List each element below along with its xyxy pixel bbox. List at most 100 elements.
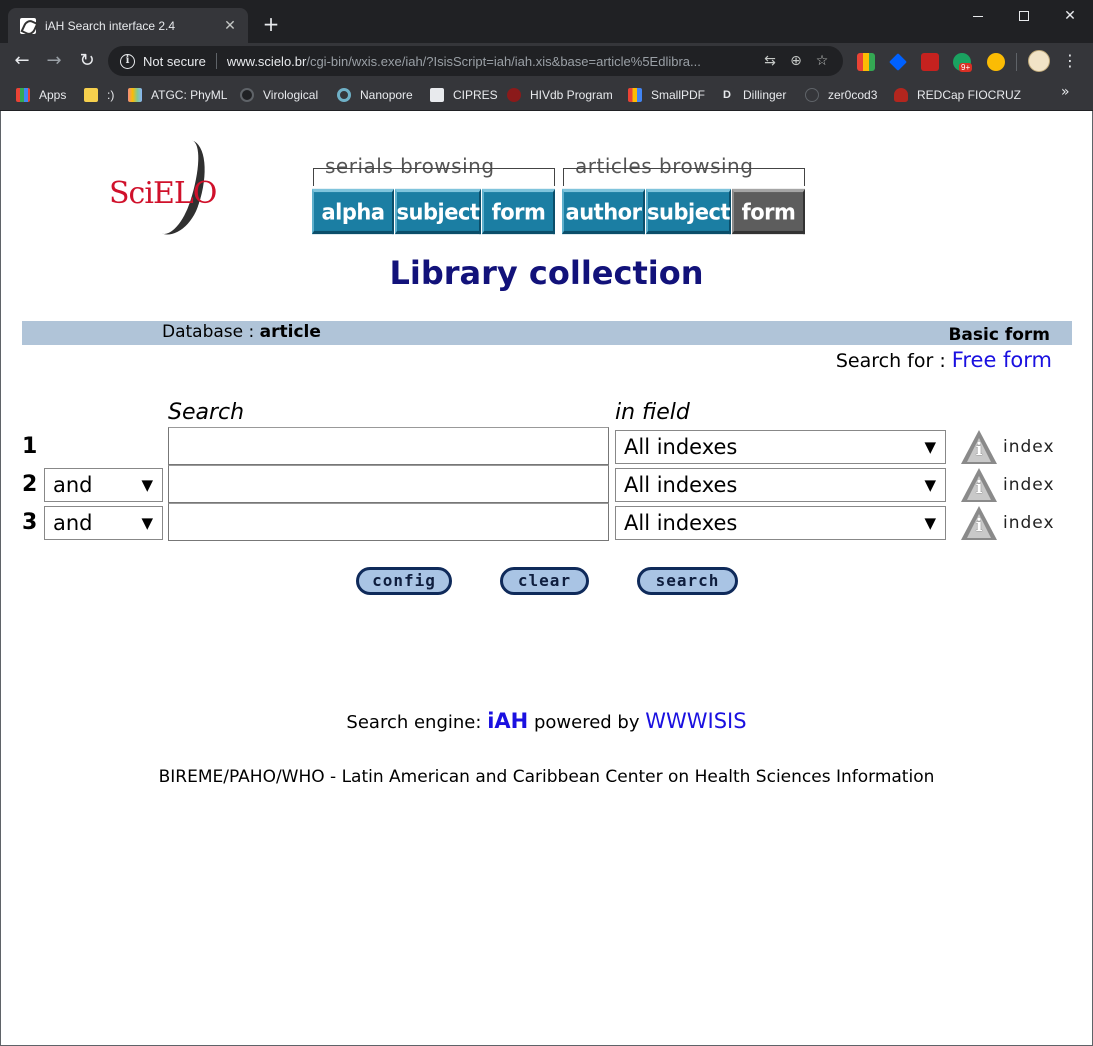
bookmarks-overflow-icon[interactable]: » [1061,84,1070,100]
scielo-favicon-icon [20,17,36,34]
free-form-link[interactable]: Free form [952,348,1052,372]
active-tab[interactable]: iAH Search interface 2.4 ✕ [8,8,248,43]
serials-bracket [313,168,555,186]
folder-icon [84,88,98,102]
search-engine-credit: Search engine: iAH powered by WWWISIS [1,709,1092,733]
powered-by-text: powered by [533,712,640,733]
info-icon[interactable]: i [120,53,135,69]
extension-badge: 9+ [959,63,973,72]
bookmark-smallpdf[interactable]: SmallPDF [628,85,705,105]
bookmark-label: ATGC: PhyML [151,88,228,102]
redcap-icon [894,88,908,102]
search-term-input-1[interactable] [168,427,609,465]
articles-subject-button[interactable]: subject [646,188,731,235]
smallpdf-icon [628,88,642,102]
index-label: index [1003,513,1055,533]
field-select-2[interactable]: All indexes ▼ [615,468,946,502]
bireme-credit: BIREME/PAHO/WHO - Latin American and Car… [158,767,935,787]
forward-button[interactable]: → [40,47,68,75]
profile-avatar[interactable] [1028,50,1050,72]
boolean-operator-select-2[interactable]: and ▼ [44,468,163,502]
url-text[interactable]: www.scielo.br/cgi-bin/wxis.exe/iah/?Isis… [227,54,757,69]
zoom-icon[interactable]: ⊕ [783,53,809,69]
bookmark-dillinger[interactable]: D Dillinger [720,85,786,105]
index-link-1[interactable]: i index [961,429,1061,465]
field-select-3[interactable]: All indexes ▼ [615,506,946,540]
bookmark-atgc-phyml[interactable]: ATGC: PhyML [128,85,227,105]
articles-author-button[interactable]: author [562,188,645,235]
field-select-1[interactable]: All indexes ▼ [615,430,946,464]
cipres-icon [430,88,444,102]
search-for: Search for : Free form [836,348,1052,372]
field-column-header: in field [615,400,690,425]
wwwisis-link[interactable]: WWWISIS [645,709,746,733]
boolean-operator-select-3[interactable]: and ▼ [44,506,163,540]
clear-button[interactable]: clear [500,567,589,595]
bookmark-label: zer0cod3 [828,88,878,102]
omnibox-divider [215,53,217,69]
database-label: Database : article [162,322,321,342]
url-path: /cgi-bin/wxis.exe/iah/?IsisScript=iah/ia… [306,53,701,69]
search-button[interactable]: search [637,567,738,595]
bookmark-zer0cod3[interactable]: zer0cod3 [805,85,877,105]
tab-title: iAH Search interface 2.4 [45,18,176,33]
extension-yellow-icon[interactable] [987,53,1005,71]
config-button[interactable]: config [356,567,452,595]
maximize-button[interactable] [1001,0,1047,32]
tab-close-icon[interactable]: ✕ [222,18,238,34]
info-triangle-icon: i [961,430,997,464]
window-close-button[interactable]: ✕ [1047,0,1093,32]
bookmark-nanopore[interactable]: Nanopore [337,85,413,105]
back-button[interactable]: ← [8,47,36,75]
maximize-icon [1019,11,1029,21]
hivdb-icon [507,88,521,102]
scielo-logo[interactable]: SciELO [107,132,217,242]
logo-text: SciELO [109,176,217,211]
search-term-input-3[interactable] [168,503,609,541]
address-bar[interactable]: i Not secure www.scielo.br/cgi-bin/wxis.… [108,46,843,76]
menu-kebab-icon[interactable]: ⋮ [1062,49,1078,73]
bookmark-label: REDCap FIOCRUZ [917,88,1022,102]
virological-icon [240,88,254,102]
serials-form-button[interactable]: form [482,188,555,235]
bookmark-apps[interactable]: Apps [16,85,66,105]
search-column-header: Search [168,400,245,425]
minimize-icon [973,15,983,17]
field-select-value: All indexes [624,511,738,535]
bookmark-smiley[interactable]: :) [84,85,114,105]
index-link-2[interactable]: i index [961,467,1061,503]
new-tab-button[interactable]: + [259,12,283,36]
arrow-right-icon: → [46,50,62,71]
bookmark-label: SmallPDF [651,88,706,102]
serials-alpha-button[interactable]: alpha [312,188,394,235]
minimize-button[interactable] [955,0,1001,32]
page-title: Library collection [389,254,704,292]
iah-link[interactable]: iAH [487,709,528,733]
extension-palette-icon[interactable] [857,53,875,71]
reload-icon: ↻ [79,50,95,71]
articles-form-button[interactable]: form [732,188,805,235]
field-select-value: All indexes [624,435,738,459]
index-label: index [1003,475,1055,495]
nanopore-icon [337,88,351,102]
form-type-label: Basic form [948,325,1050,345]
extension-mendeley-icon[interactable] [921,53,939,71]
index-link-3[interactable]: i index [961,505,1061,541]
search-for-label: Search for : [835,350,946,372]
reload-button[interactable]: ↻ [73,47,101,75]
serials-subject-button[interactable]: subject [395,188,481,235]
arrow-left-icon: ← [14,50,30,71]
bookmark-hivdb[interactable]: HIVdb Program [507,85,613,105]
security-status[interactable]: Not secure [143,54,206,69]
bookmark-label: HIVdb Program [530,88,613,102]
search-term-input-2[interactable] [168,465,609,503]
field-select-value: All indexes [624,473,738,497]
bookmark-cipres[interactable]: CIPRES [430,85,498,105]
bookmark-redcap[interactable]: REDCap FIOCRUZ [894,85,1021,105]
dropdown-arrow-icon: ▼ [924,514,936,532]
dropdown-arrow-icon: ▼ [924,438,936,456]
bookmark-label: Dillinger [743,88,787,102]
translate-icon[interactable]: ⇆ [757,53,783,69]
bookmark-star-icon[interactable]: ☆ [809,53,835,69]
bookmark-virological[interactable]: Virological [240,85,318,105]
